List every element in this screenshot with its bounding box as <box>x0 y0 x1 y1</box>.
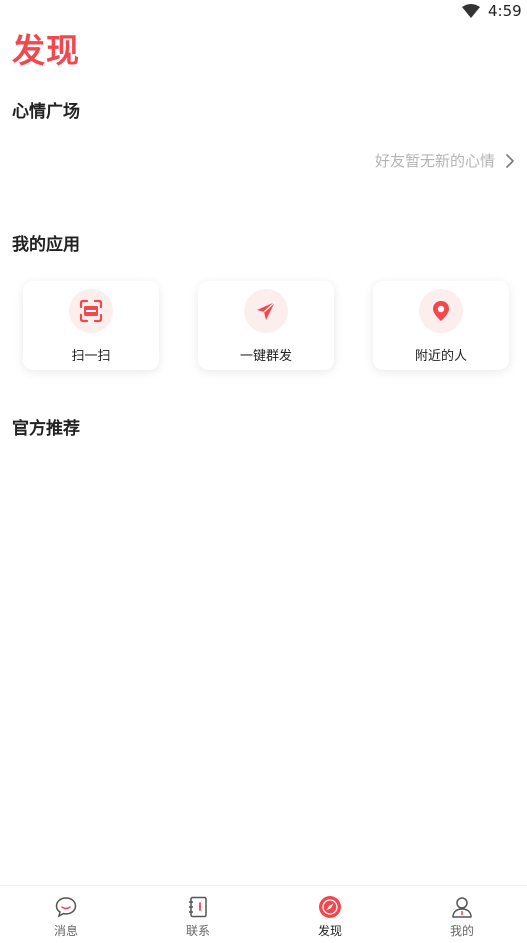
chat-bubble-icon <box>55 897 77 918</box>
broadcast-app-label: 一键群发 <box>239 349 292 364</box>
mood-empty-text: 好友暂无新的心情 <box>374 152 495 170</box>
nearby-app-card[interactable]: 附近的人 <box>373 281 509 370</box>
paper-plane-icon <box>257 301 276 320</box>
page-title: 发现 <box>12 31 80 70</box>
location-pin-icon <box>433 301 449 321</box>
mood-empty-row[interactable]: 好友暂无新的心情 <box>375 150 515 171</box>
tab-discover-label: 发现 <box>317 924 342 938</box>
official-section-title: 官方推荐 <box>12 419 80 439</box>
tab-me-label: 我的 <box>449 924 474 938</box>
scan-app-card[interactable]: 扫一扫 <box>23 281 159 370</box>
status-time: 4:59 <box>488 2 522 20</box>
tab-discover[interactable]: 发现 <box>264 886 396 943</box>
tab-messages[interactable]: 消息 <box>0 886 132 943</box>
compass-icon <box>319 896 341 918</box>
tab-me[interactable]: 我的 <box>396 886 527 943</box>
tab-contacts-label: 联系 <box>185 924 210 938</box>
profile-icon <box>452 897 472 918</box>
chevron-right-icon <box>506 153 514 168</box>
scan-icon <box>79 299 103 323</box>
apps-section-title: 我的应用 <box>12 235 80 255</box>
scan-app-label: 扫一扫 <box>71 349 111 364</box>
bottom-tab-bar: 消息 联系 发现 我的 <box>0 885 527 943</box>
contact-book-icon <box>189 896 207 918</box>
broadcast-app-card[interactable]: 一键群发 <box>198 281 334 370</box>
tab-contacts[interactable]: 联系 <box>132 886 264 943</box>
status-bar: 4:59 <box>0 0 527 22</box>
nearby-app-label: 附近的人 <box>414 349 467 364</box>
mood-section-title: 心情广场 <box>12 102 80 122</box>
tab-messages-label: 消息 <box>53 924 78 938</box>
wifi-icon <box>462 4 480 18</box>
